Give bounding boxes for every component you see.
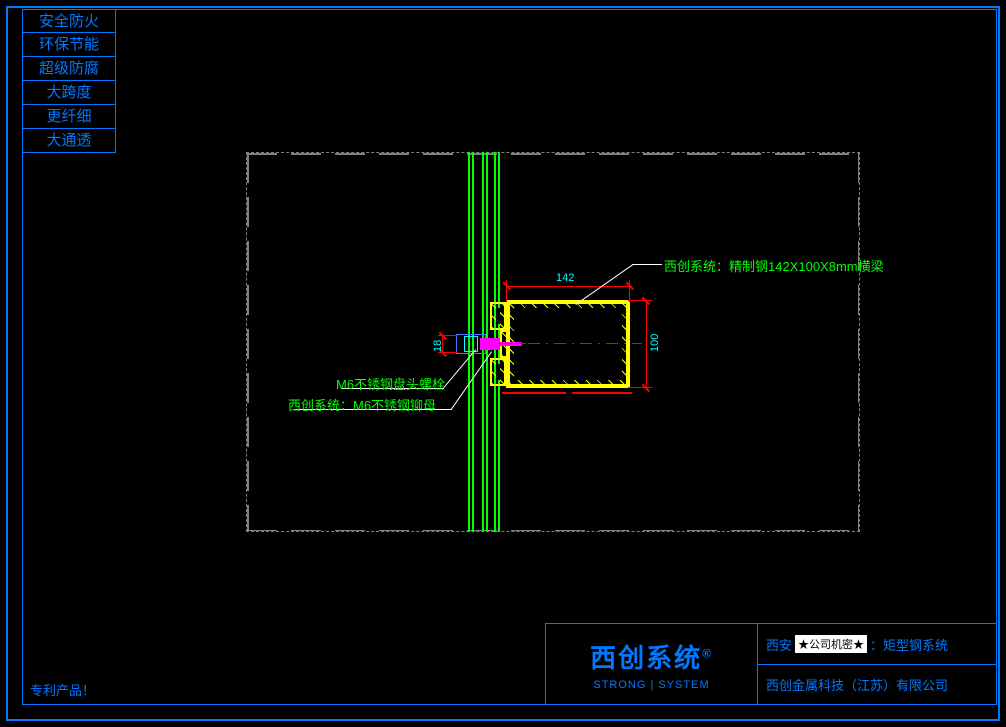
bolt-head <box>480 338 500 350</box>
side-label: 大跨度 <box>22 81 116 105</box>
side-label: 超级防腐 <box>22 57 116 81</box>
dim-tick <box>642 297 650 305</box>
leader-line <box>632 264 662 265</box>
dim-tick <box>642 384 650 392</box>
bracket-section <box>490 302 506 330</box>
dim-100-line <box>646 300 647 388</box>
title-logo: 西创系统® STRONG | SYSTEM <box>545 623 757 705</box>
title-project-cell: 西安 ★公司机密★ ：矩型钢系统 <box>757 623 997 664</box>
title-block: 西创系统® STRONG | SYSTEM 西安 ★公司机密★ ：矩型钢系统 西… <box>545 623 997 705</box>
dim-142-text: 142 <box>556 272 574 284</box>
logo-main-text: 西创系统® <box>590 638 713 675</box>
bracket-section <box>490 358 506 386</box>
side-label: 安全防火 <box>22 9 116 33</box>
steel-beam-section <box>506 300 630 388</box>
title-company-cell: 西创金属科技（江苏）有限公司 <box>757 664 997 705</box>
annotation-bolt: M6不锈钢盘头螺栓 <box>336 374 445 393</box>
patent-label: 专利产品！ <box>30 680 95 699</box>
drawing-viewport: 142 100 18 西创系统：精制钢142X100X8mm横梁 M6不锈钢盘头… <box>246 152 860 532</box>
dim-18-text: 18 <box>432 340 444 352</box>
dim-142-line <box>506 286 630 287</box>
side-label-stack: 安全防火 环保节能 超级防腐 大跨度 更纤细 大通透 <box>22 9 116 153</box>
secret-badge: ★公司机密★ <box>795 635 867 653</box>
base-line <box>502 392 566 394</box>
base-line <box>572 392 632 394</box>
dim-tick <box>626 282 634 290</box>
dim-tick <box>503 282 511 290</box>
beam-centerline <box>502 343 642 344</box>
annotation-beam: 西创系统：精制钢142X100X8mm横梁 <box>664 256 884 275</box>
side-label: 环保节能 <box>22 33 116 57</box>
dim-100-text: 100 <box>649 334 661 352</box>
side-label: 大通透 <box>22 129 116 153</box>
side-label: 更纤细 <box>22 105 116 129</box>
logo-sub-text: STRONG | SYSTEM <box>593 679 709 691</box>
annotation-nut: 西创系统：M6不锈钢铆母 <box>288 395 436 414</box>
